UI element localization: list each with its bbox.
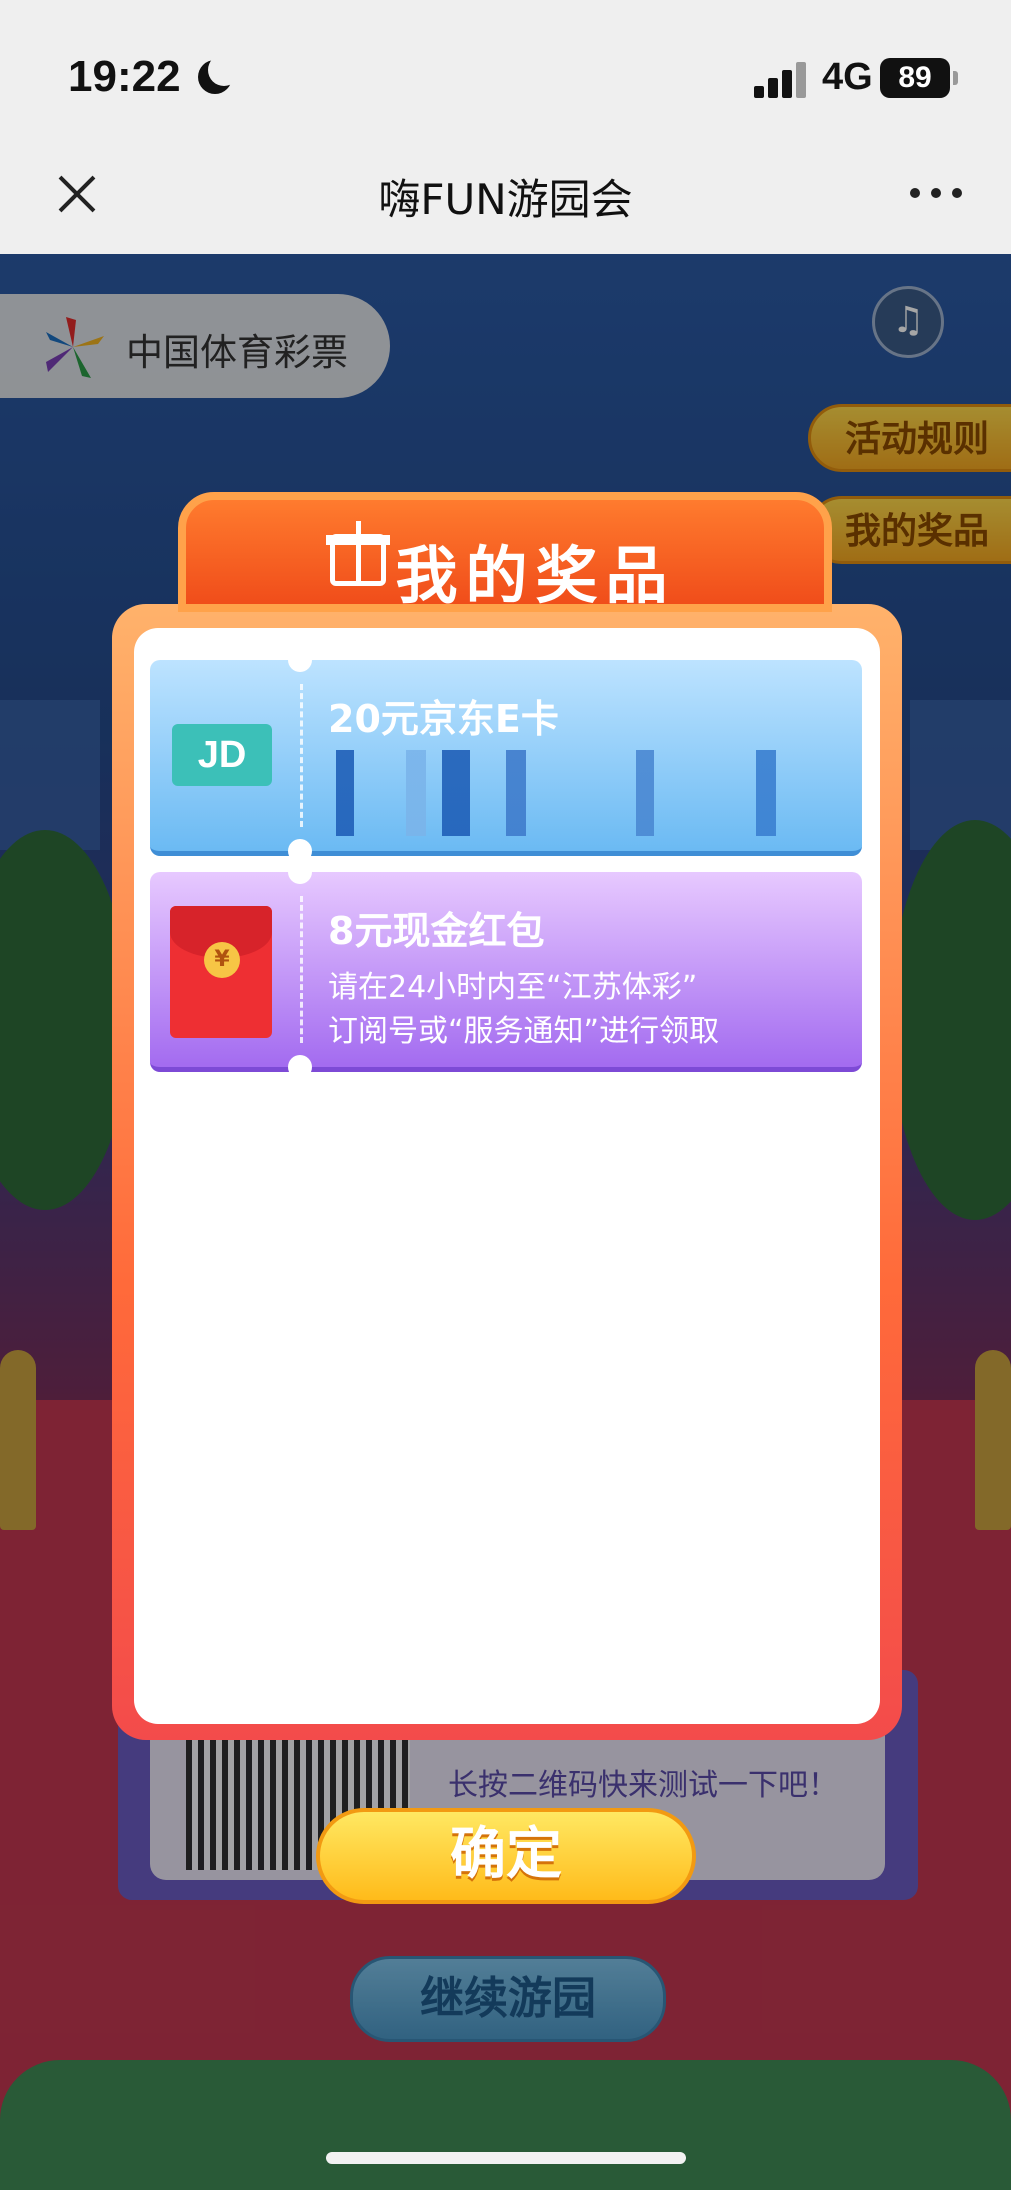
- moon-icon: [198, 54, 240, 94]
- redacted-card-code: [336, 750, 856, 836]
- red-packet-icon: ¥: [170, 906, 272, 1038]
- jd-card-icon: JD: [172, 724, 272, 786]
- coin-icon: ¥: [204, 942, 240, 978]
- status-time: 19:22: [68, 52, 181, 101]
- battery-icon: 89: [880, 58, 958, 98]
- prize-title: 8元现金红包: [328, 909, 545, 953]
- prize-modal-title: 我的奖品: [395, 539, 676, 612]
- prize-title: 20元京东E卡: [328, 697, 559, 741]
- prize-desc: 请在24小时内至“江苏体彩”: [328, 970, 698, 1005]
- more-icon[interactable]: [910, 188, 962, 200]
- prize-item-red-packet: ¥ 8元现金红包 请在24小时内至“江苏体彩” 订阅号或“服务通知”进行领取: [150, 860, 862, 1079]
- confirm-button[interactable]: 确定: [316, 1808, 696, 1904]
- network-type: 4G: [822, 56, 873, 98]
- prize-item-jd-card: JD 20元京东E卡: [150, 648, 862, 863]
- prize-desc: 订阅号或“服务通知”进行领取: [328, 1014, 720, 1049]
- home-indicator: [326, 2152, 686, 2164]
- page-title: 嗨FUN游园会: [378, 175, 633, 224]
- signal-icon: [754, 60, 808, 98]
